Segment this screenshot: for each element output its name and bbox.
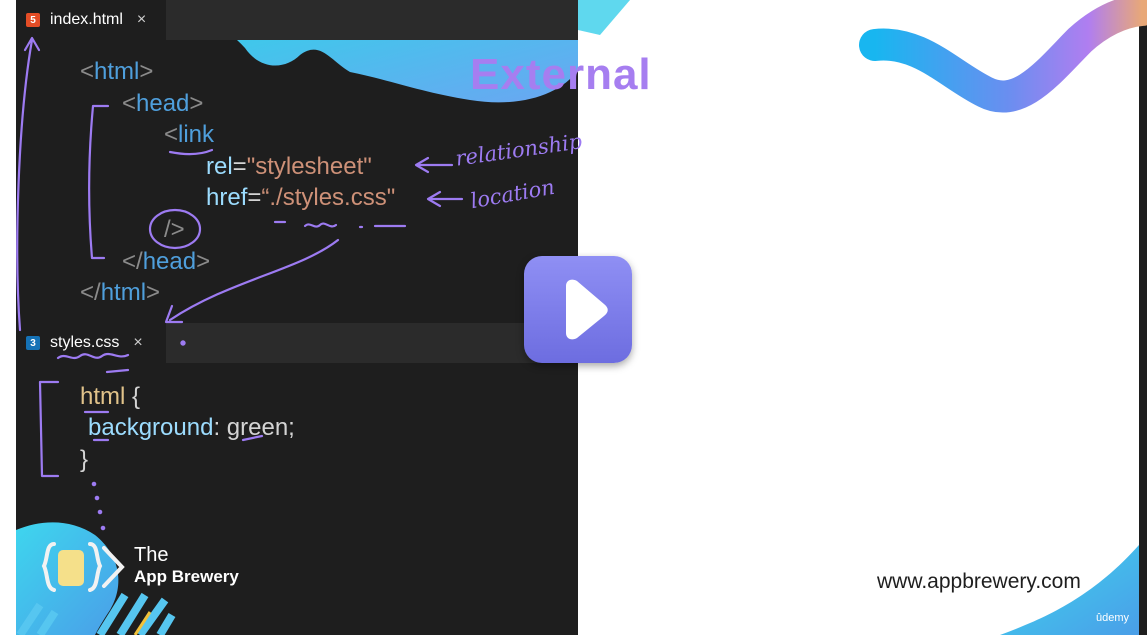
brand-line-2: App Brewery	[134, 567, 239, 586]
website-url: www.appbrewery.com	[877, 570, 1081, 593]
slide-title: External	[470, 50, 652, 99]
udemy-watermark: ûdemy	[1096, 612, 1130, 624]
brand-line-1: The	[134, 544, 169, 566]
lecture-slide: 5 index.html × <html> <head> <link rel="…	[0, 0, 1147, 635]
play-button[interactable]	[524, 256, 632, 363]
app-brewery-logo-icon	[41, 542, 125, 592]
play-icon	[566, 279, 608, 340]
